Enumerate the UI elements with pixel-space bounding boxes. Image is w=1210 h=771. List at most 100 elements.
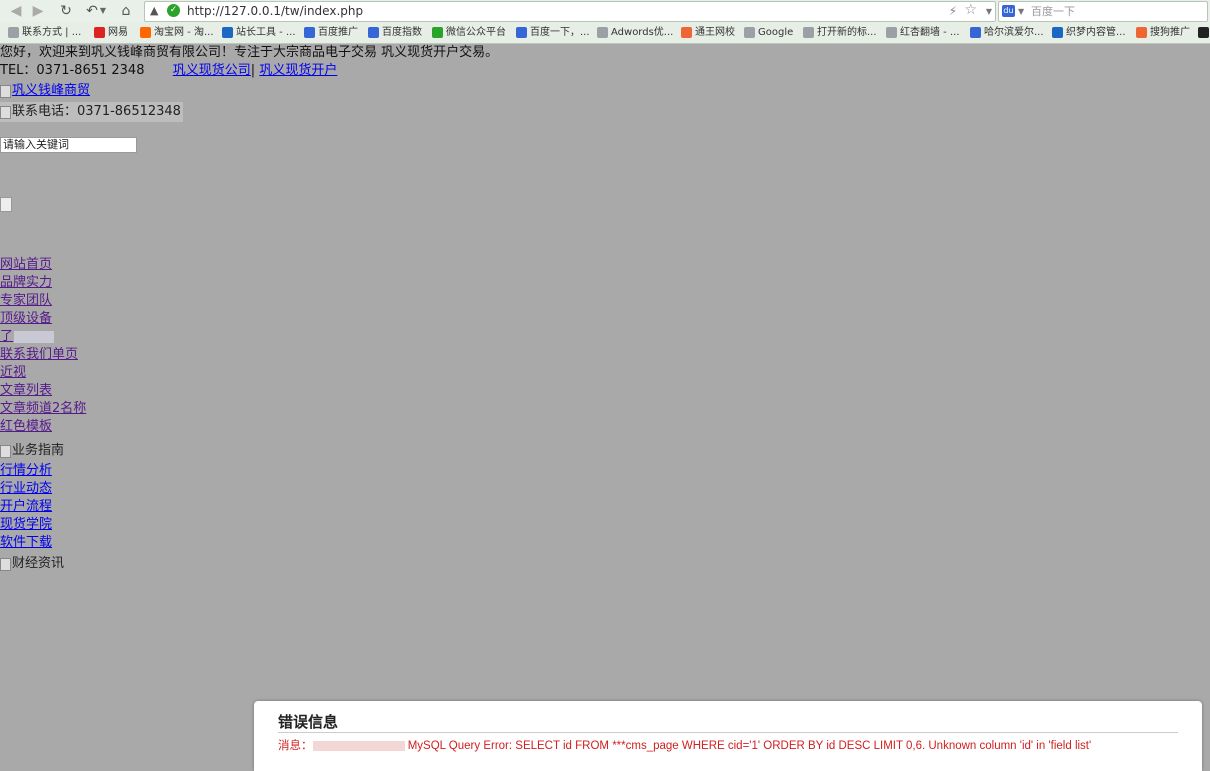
- star-icon[interactable]: ☆: [964, 2, 977, 19]
- nav-link-label[interactable]: 近视: [0, 365, 26, 380]
- error-message-line: 消息： MySQL Query Error: SELECT id FROM **…: [278, 737, 1091, 753]
- bookmark-item[interactable]: Adwords优...: [597, 22, 673, 43]
- nav-link-label[interactable]: 文章频道2名称: [0, 401, 86, 416]
- logo-alt-text[interactable]: 巩义钱峰商贸: [12, 81, 90, 101]
- bookmark-label: 网易: [108, 27, 128, 38]
- bookmark-item[interactable]: 百度推广: [304, 22, 358, 43]
- nav-link[interactable]: 品牌实力: [0, 274, 86, 292]
- nav-link[interactable]: 联系我们单页: [0, 346, 86, 364]
- bookmark-item[interactable]: 联系方式 | ...: [8, 22, 81, 43]
- bookmark-item[interactable]: 微信公众平台: [432, 22, 506, 43]
- link-separator: |: [250, 63, 256, 78]
- bookmark-label: 织梦内容管...: [1066, 27, 1126, 38]
- keyword-search-input[interactable]: [0, 137, 137, 153]
- phone-banner-image: 联系电话：0371-86512348: [0, 102, 183, 122]
- section-image-guide: 业务指南: [0, 441, 64, 461]
- nav-link[interactable]: 网站首页: [0, 256, 86, 274]
- bookmark-favicon-icon: [94, 27, 105, 38]
- forward-icon[interactable]: ▶: [28, 1, 48, 21]
- nav-link[interactable]: 近视: [0, 364, 86, 382]
- bookmark-label: 百度推广: [318, 27, 358, 38]
- nav-link-label[interactable]: 联系我们单页: [0, 347, 78, 362]
- bookmark-item[interactable]: 红杏翻墙 - ...: [886, 22, 960, 43]
- guide-link[interactable]: 行业动态: [0, 480, 52, 498]
- bookmark-item[interactable]: 打开新的标...: [803, 22, 877, 43]
- bookmark-favicon-icon: [304, 27, 315, 38]
- search-placeholder[interactable]: 百度一下: [1031, 3, 1075, 20]
- chevron-down-icon[interactable]: ▼: [986, 4, 992, 20]
- bookmark-label: Google: [758, 27, 794, 38]
- bookmark-item[interactable]: 百度一下，...: [516, 22, 590, 43]
- bookmark-label: 哈尔滨爱尔...: [984, 27, 1044, 38]
- home-icon[interactable]: ⌂: [116, 1, 136, 21]
- guide-link[interactable]: 现货学院: [0, 516, 52, 534]
- guide-link[interactable]: 开户流程: [0, 498, 52, 516]
- baidu-icon[interactable]: du: [1002, 5, 1015, 17]
- logo-link[interactable]: 巩义钱峰商贸: [0, 81, 90, 101]
- nav-link-label[interactable]: 文章列表: [0, 383, 52, 398]
- bookmark-favicon-icon: [222, 27, 233, 38]
- link-spot-account[interactable]: 巩义现货开户: [259, 63, 337, 78]
- section-guide-alt: 业务指南: [12, 443, 65, 458]
- bookmark-item[interactable]: Google: [744, 22, 793, 43]
- bookmark-label: 站长工具 - ...: [236, 27, 296, 38]
- bookmark-label: 百度指数: [382, 27, 422, 38]
- welcome-text: 您好，欢迎来到巩义钱峰商贸有限公司！专注于大宗商品电子交易 巩义现货开户交易。: [0, 45, 499, 60]
- address-bar[interactable]: ▲ ✓ http://127.0.0.1/tw/index.php ⚡︎ ☆ ▼: [144, 1, 996, 22]
- nav-link[interactable]: 专家团队: [0, 292, 86, 310]
- nav-link-label[interactable]: 品牌实力: [0, 275, 52, 290]
- bookmark-label: 微信公众平台: [446, 27, 506, 38]
- error-divider: [278, 732, 1178, 733]
- shield-check-icon[interactable]: ✓: [167, 4, 180, 17]
- error-message: MySQL Query Error: SELECT id FROM ***cms…: [407, 740, 1092, 752]
- bookmark-item[interactable]: 百度指数: [368, 22, 422, 43]
- search-submit-button[interactable]: [0, 197, 12, 212]
- nav-link[interactable]: 顶级设备: [0, 310, 86, 328]
- nav-link[interactable]: 红色模板: [0, 418, 86, 436]
- bookmark-item[interactable]: 搜狗推广: [1136, 22, 1190, 43]
- bookmark-label: 通王网校: [695, 27, 735, 38]
- redacted-text: [312, 740, 405, 751]
- url-text[interactable]: http://127.0.0.1/tw/index.php: [187, 3, 363, 19]
- guide-link[interactable]: 软件下载: [0, 534, 52, 552]
- bookmark-item[interactable]: 哈尔滨爱尔...: [970, 22, 1044, 43]
- bookmark-favicon-icon: [140, 27, 151, 38]
- browser-chrome: ◀ ▶ ↻ ↶ ▼ ⌂ ▲ ✓ http://127.0.0.1/tw/inde…: [0, 0, 1210, 44]
- broken-image-icon: [0, 105, 11, 119]
- nav-link[interactable]: 了: [0, 328, 86, 346]
- nav-link-label[interactable]: 网站首页: [0, 257, 52, 272]
- bookmark-item[interactable]: 淘宝网 - 淘...: [140, 22, 214, 43]
- nav-link[interactable]: 文章频道2名称: [0, 400, 86, 418]
- bookmark-favicon-icon: [368, 27, 379, 38]
- main-nav: 网站首页品牌实力专家团队顶级设备了联系我们单页 近视文章列表文章频道2名称 红色模板: [0, 256, 86, 436]
- bookmark-item[interactable]: 网易: [94, 22, 128, 43]
- bookmark-item[interactable]: UX: [1198, 22, 1210, 43]
- bookmark-item[interactable]: 通王网校: [681, 22, 735, 43]
- section-finance-alt: 财经资讯: [12, 556, 65, 571]
- nav-link-label[interactable]: 顶级设备: [0, 311, 52, 326]
- chevron-down-icon[interactable]: ▼: [1018, 4, 1024, 20]
- lightning-icon[interactable]: ⚡︎: [949, 3, 957, 19]
- nav-link[interactable]: 文章列表: [0, 382, 86, 400]
- section-image-finance: 财经资讯: [0, 554, 64, 574]
- link-spot-company[interactable]: 巩义现货公司: [173, 63, 251, 78]
- back-icon[interactable]: ◀: [6, 1, 26, 21]
- bookmark-favicon-icon: [1198, 27, 1209, 38]
- nav-link-label[interactable]: 了: [0, 329, 13, 344]
- secondary-nav: 行情分析 行业动态 开户流程 现货学院 软件下载: [0, 462, 52, 552]
- bookmark-favicon-icon: [1136, 27, 1147, 38]
- guide-link[interactable]: 行情分析: [0, 462, 52, 480]
- bookmark-favicon-icon: [8, 27, 19, 38]
- bookmark-item[interactable]: 站长工具 - ...: [222, 22, 296, 43]
- bookmark-item[interactable]: 织梦内容管...: [1052, 22, 1126, 43]
- redacted-text: [14, 330, 55, 343]
- bookmark-favicon-icon: [744, 27, 755, 38]
- browser-search-box[interactable]: du ▼ 百度一下: [998, 1, 1208, 22]
- nav-link-label[interactable]: 专家团队: [0, 293, 52, 308]
- nav-link-label[interactable]: 红色模板: [0, 419, 52, 434]
- bookmark-favicon-icon: [1052, 27, 1063, 38]
- chevron-down-icon[interactable]: ▼: [98, 1, 108, 21]
- reload-icon[interactable]: ↻: [56, 1, 76, 21]
- site-identity-icon[interactable]: ▲: [150, 4, 162, 18]
- browser-toolbar: ◀ ▶ ↻ ↶ ▼ ⌂ ▲ ✓ http://127.0.0.1/tw/inde…: [0, 0, 1210, 23]
